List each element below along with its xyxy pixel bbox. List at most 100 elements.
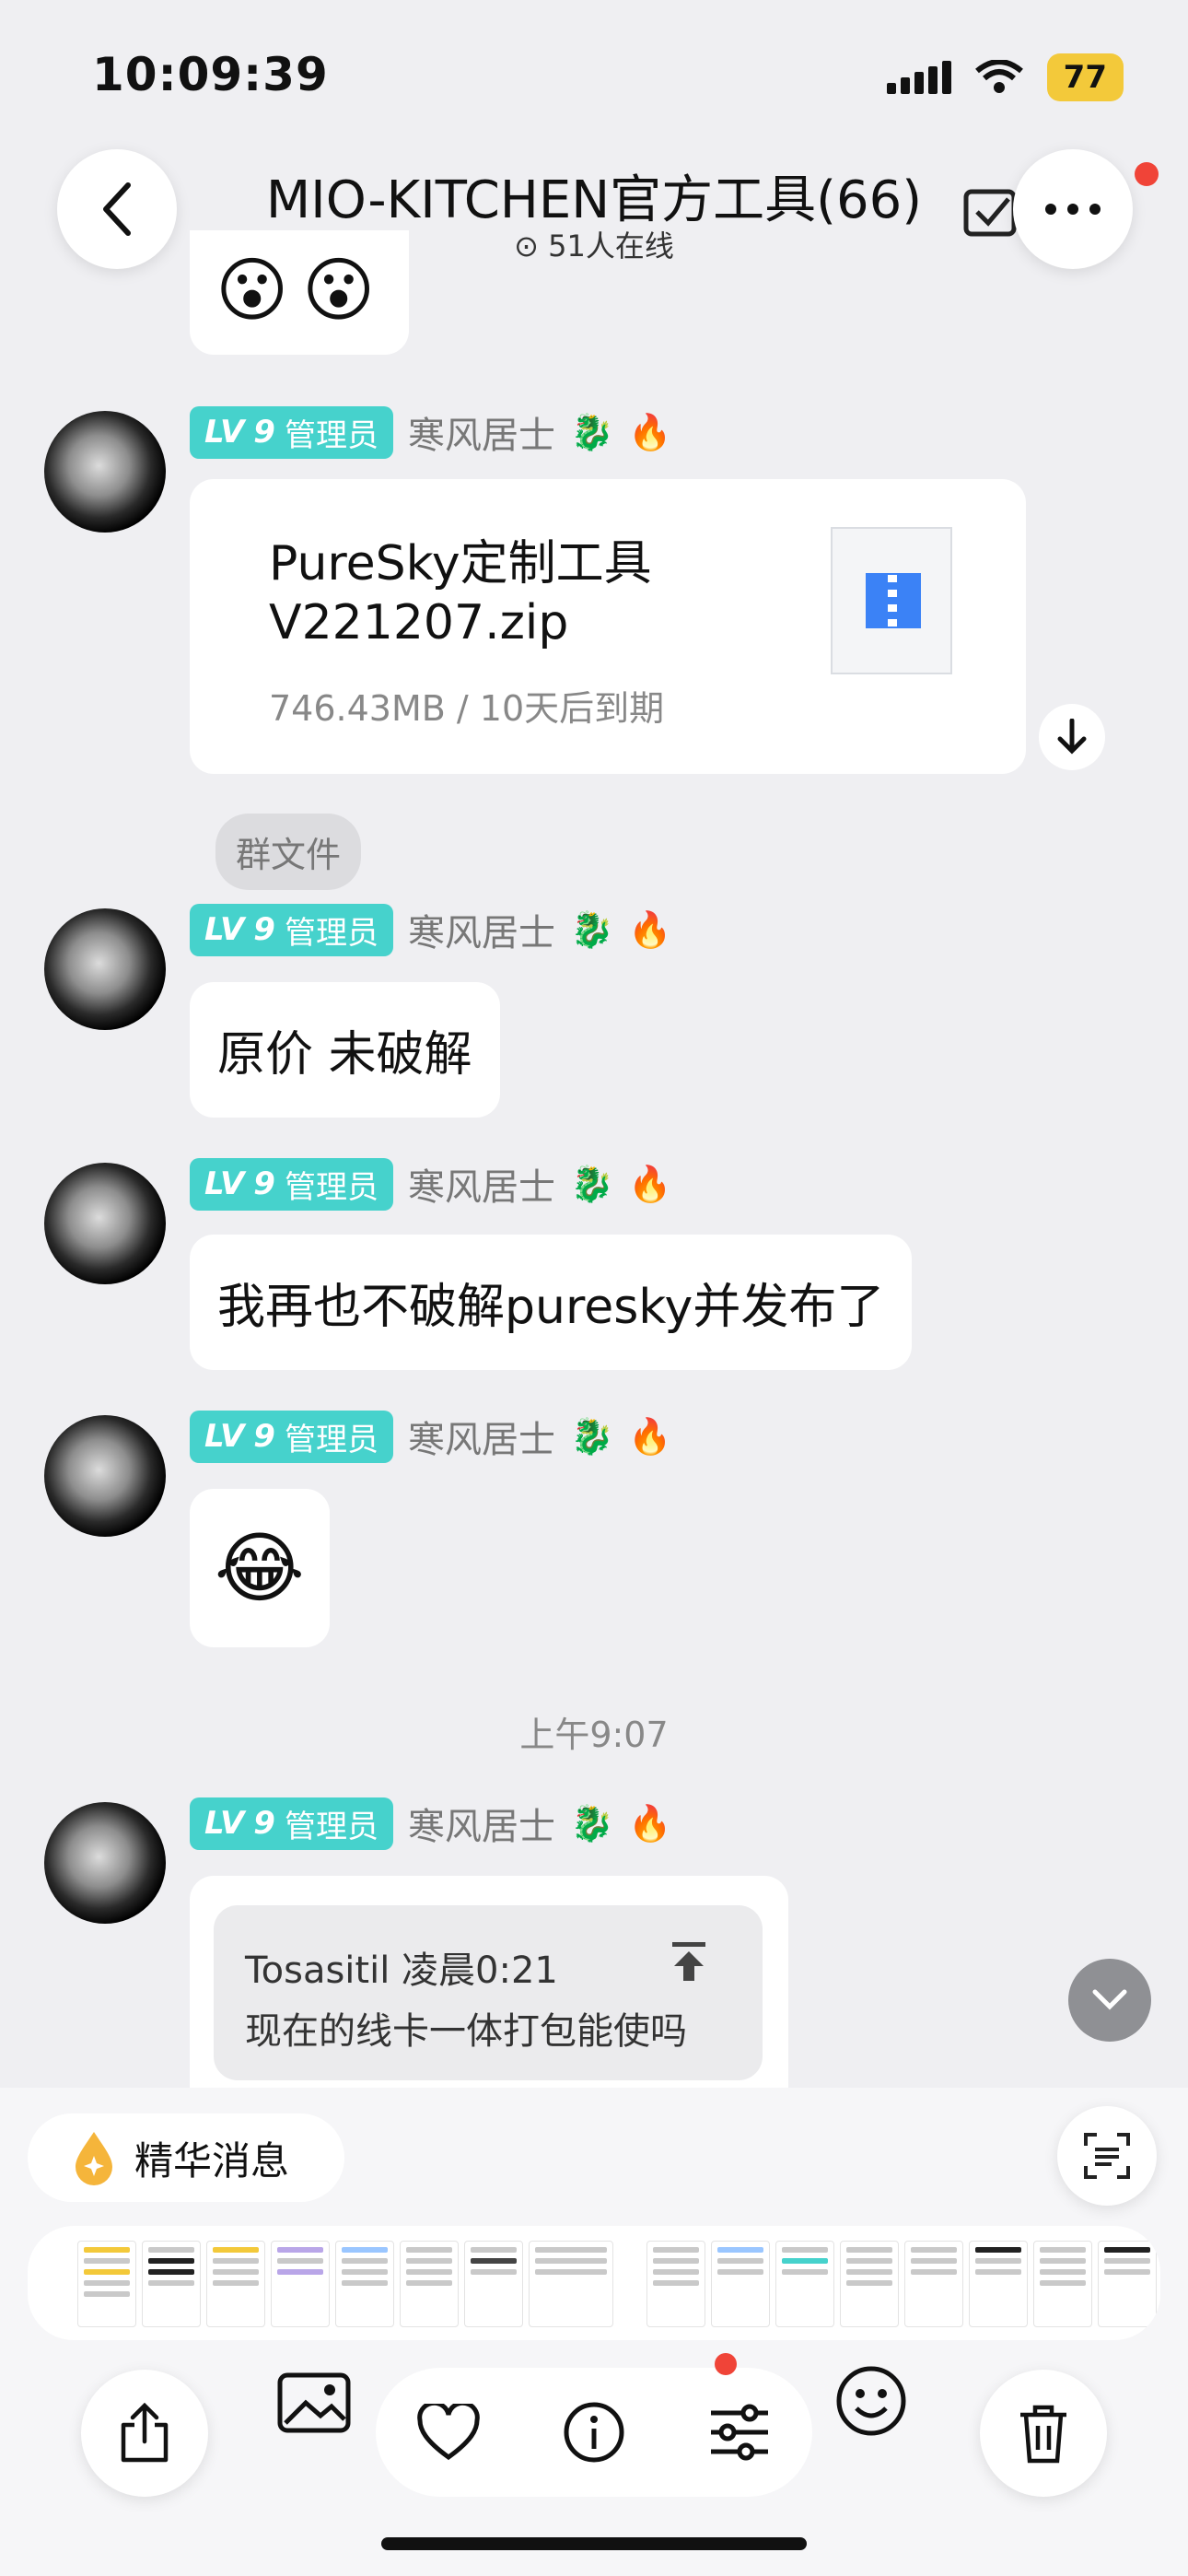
file-name: PureSky定制工具 V221207.zip [269, 536, 652, 650]
info-icon[interactable] [563, 2401, 625, 2464]
thumbnail[interactable] [775, 2241, 834, 2327]
dragon-icon: 🐉 [569, 411, 614, 452]
message-bubble[interactable]: 我再也不破解puresky并发布了 [190, 1235, 913, 1370]
thumbnail[interactable] [77, 2241, 136, 2327]
thumbnail[interactable] [206, 2241, 265, 2327]
share-button[interactable] [81, 2370, 208, 2497]
sender-meta: LV 9 管理员 寒风居士 🐉 🔥 [190, 903, 672, 956]
photo-icon [277, 2372, 351, 2433]
file-meta: 746.43MB / 10天后到期 [269, 688, 665, 729]
more-icon [1045, 204, 1101, 215]
dragon-icon: 🐉 [569, 1802, 614, 1844]
avatar[interactable] [44, 1802, 166, 1924]
home-indicator[interactable] [381, 2537, 807, 2550]
thumbnail[interactable] [646, 2241, 705, 2327]
download-button[interactable] [1039, 704, 1105, 770]
fire-icon: 🔥 [628, 908, 672, 950]
fire-icon: 🔥 [628, 1415, 672, 1457]
dragon-icon: 🐉 [569, 908, 614, 950]
thumbnail[interactable] [904, 2241, 963, 2327]
sender-meta: LV 9 管理员 寒风居士 🐉 🔥 [190, 1157, 672, 1211]
avatar[interactable] [44, 1415, 166, 1537]
fire-icon: 🔥 [628, 1802, 672, 1844]
jump-to-quote-icon [672, 1942, 705, 1981]
previous-message-bubble: 😮 😮 [190, 230, 409, 355]
reply-message[interactable]: Tosasitil 凌晨0:21 现在的线卡一体打包能使吗 [190, 1876, 788, 2097]
essence-messages-button[interactable]: 精华消息 [28, 2113, 344, 2202]
quoted-message[interactable]: Tosasitil 凌晨0:21 现在的线卡一体打包能使吗 [214, 1905, 763, 2080]
group-file-tag[interactable]: 群文件 [215, 814, 362, 890]
sliders-icon[interactable] [707, 2404, 772, 2461]
heart-icon[interactable] [416, 2404, 481, 2461]
thumbnail[interactable] [840, 2241, 899, 2327]
quote-author: Tosasitil 凌晨0:21 [245, 1950, 558, 1992]
thumbnail[interactable] [529, 2241, 613, 2327]
message-text: 我再也不破解puresky并发布了 [217, 1280, 885, 1335]
delete-button[interactable] [980, 2370, 1107, 2497]
status-time: 10:09:39 [92, 48, 329, 101]
signal-icon [886, 61, 951, 94]
chevron-down-icon [1092, 1989, 1127, 2010]
scan-button[interactable] [1057, 2106, 1157, 2206]
level-badge: LV 9 管理员 [190, 405, 393, 459]
thumbnail[interactable] [142, 2241, 201, 2327]
check-circle-icon: ⊙ [514, 228, 539, 263]
sender-name[interactable]: 寒风居士 [408, 1410, 555, 1463]
message-text: 原价 未破解 [217, 1027, 472, 1083]
dragon-icon: 🐉 [569, 1415, 614, 1457]
zip-file-icon [831, 527, 952, 674]
file-message[interactable]: PureSky定制工具 V221207.zip 746.43MB / 10天后到… [190, 479, 1026, 774]
thumbnail[interactable] [271, 2241, 330, 2327]
wifi-icon [974, 60, 1023, 93]
dragon-icon: 🐉 [569, 1163, 614, 1204]
thumbnail[interactable] [335, 2241, 394, 2327]
photo-button[interactable] [276, 2371, 352, 2438]
zip-zipper [888, 575, 897, 626]
scan-icon [1084, 2133, 1130, 2179]
level-badge: LV 9 管理员 [190, 1410, 393, 1463]
trash-icon [1020, 2405, 1066, 2464]
emoji-message[interactable]: 😂 [190, 1489, 330, 1647]
sender-name[interactable]: 寒风居士 [408, 1157, 555, 1211]
fire-icon: 🔥 [628, 1163, 672, 1204]
sender-name[interactable]: 寒风居士 [408, 405, 555, 459]
scroll-to-bottom-button[interactable] [1068, 1959, 1151, 2042]
share-icon [121, 2403, 169, 2463]
thumbnail[interactable] [400, 2241, 459, 2327]
edit-toolbar [376, 2368, 812, 2497]
time-separator: 上午9:07 [519, 1715, 669, 1755]
thumbnail[interactable] [1098, 2241, 1157, 2327]
emoji-icon: 😮 [302, 249, 376, 331]
more-button[interactable] [1013, 149, 1133, 269]
message-bubble[interactable]: 原价 未破解 [190, 982, 500, 1118]
level-badge: LV 9 管理员 [190, 1157, 393, 1211]
sender-meta: LV 9 管理员 寒风居士 🐉 🔥 [190, 1410, 672, 1463]
battery-level: 77 [1046, 53, 1124, 101]
calendar-check-icon[interactable] [962, 182, 1019, 243]
sender-name[interactable]: 寒风居士 [408, 903, 555, 956]
online-count-text: 51人在线 [548, 228, 674, 263]
avatar[interactable] [44, 908, 166, 1030]
recent-screenshots-strip[interactable] [28, 2226, 1160, 2340]
thumbnail[interactable] [711, 2241, 770, 2327]
thumbnail[interactable] [1033, 2241, 1092, 2327]
thumbnail[interactable] [464, 2241, 523, 2327]
edit-badge-dot [715, 2353, 737, 2375]
emoji-button[interactable] [834, 2364, 908, 2441]
level-badge: LV 9 管理员 [190, 903, 393, 956]
sender-name[interactable]: 寒风居士 [408, 1797, 555, 1850]
sparkle-drop-icon [76, 2132, 112, 2185]
fire-icon: 🔥 [628, 411, 672, 452]
level-badge: LV 9 管理员 [190, 1797, 393, 1850]
thumbnail[interactable] [969, 2241, 1028, 2327]
thumbnail-row [77, 2241, 1157, 2327]
avatar[interactable] [44, 411, 166, 533]
smile-icon [836, 2366, 906, 2436]
status-icons: 77 [886, 53, 1124, 101]
quote-text: 现在的线卡一体打包能使吗 [245, 2010, 687, 2053]
essence-label: 精华消息 [134, 2137, 290, 2184]
emoji-icon: 😮 [215, 249, 289, 331]
avatar[interactable] [44, 1163, 166, 1284]
sender-meta: LV 9 管理员 寒风居士 🐉 🔥 [190, 405, 672, 459]
notification-dot [1135, 162, 1159, 186]
